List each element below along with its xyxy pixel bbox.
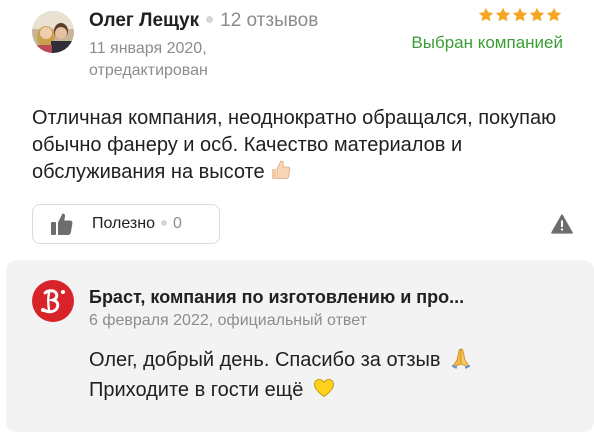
thumbs-up-emoji-icon: [269, 159, 291, 189]
review-body: Отличная компания, неоднократно обращалс…: [32, 107, 557, 183]
separator-dot: [206, 16, 214, 24]
company-choice-badge: Выбран компанией: [411, 33, 563, 52]
review-date: 11 января 2020,: [89, 40, 207, 57]
company-logo-icon[interactable]: [32, 280, 74, 322]
avatar-photo: [32, 11, 74, 53]
company-answer: Браст, компания по изготовлению и про...…: [6, 260, 594, 432]
review-card: Олег Лещук 12 отзывов 11 января 2020, отр…: [0, 0, 594, 432]
answer-meta: 6 февраля 2022, официальный ответ: [89, 312, 367, 329]
company-name[interactable]: Браст, компания по изготовлению и про...: [89, 285, 464, 309]
answer-line-1-text: Олег, добрый день. Спасибо за отзыв: [89, 349, 441, 371]
useful-button[interactable]: Полезно 0: [32, 204, 220, 244]
review-text: Отличная компания, неоднократно обращалс…: [32, 105, 572, 189]
star-icon: [478, 7, 494, 22]
star-icon: [512, 7, 528, 22]
yellow-heart-emoji-icon: [313, 377, 335, 407]
separator-dot: [161, 220, 167, 226]
author-review-count[interactable]: 12 отзывов: [220, 10, 318, 31]
star-icon: [495, 7, 511, 22]
answer-text: Олег, добрый день. Спасибо за отзыв Прих…: [89, 347, 569, 407]
star-icon: [546, 7, 562, 22]
author-name[interactable]: Олег Лещук: [89, 10, 199, 31]
answer-line-1: Олег, добрый день. Спасибо за отзыв: [89, 347, 569, 377]
star-icon: [529, 7, 545, 22]
folded-hands-emoji-icon: [450, 347, 472, 377]
answer-line-2: Приходите в гости ещё: [89, 377, 569, 407]
useful-count: 0: [173, 215, 182, 232]
answer-line-2-text: Приходите в гости ещё: [89, 379, 304, 401]
author-avatar[interactable]: [32, 11, 74, 53]
useful-label: Полезно: [92, 215, 155, 232]
rating-stars: [478, 7, 562, 23]
thumbs-up-icon: [51, 213, 73, 235]
author-line: Олег Лещук 12 отзывов: [89, 8, 318, 34]
warning-icon[interactable]: [551, 214, 573, 234]
review-edited-label: отредактирован: [89, 62, 208, 79]
